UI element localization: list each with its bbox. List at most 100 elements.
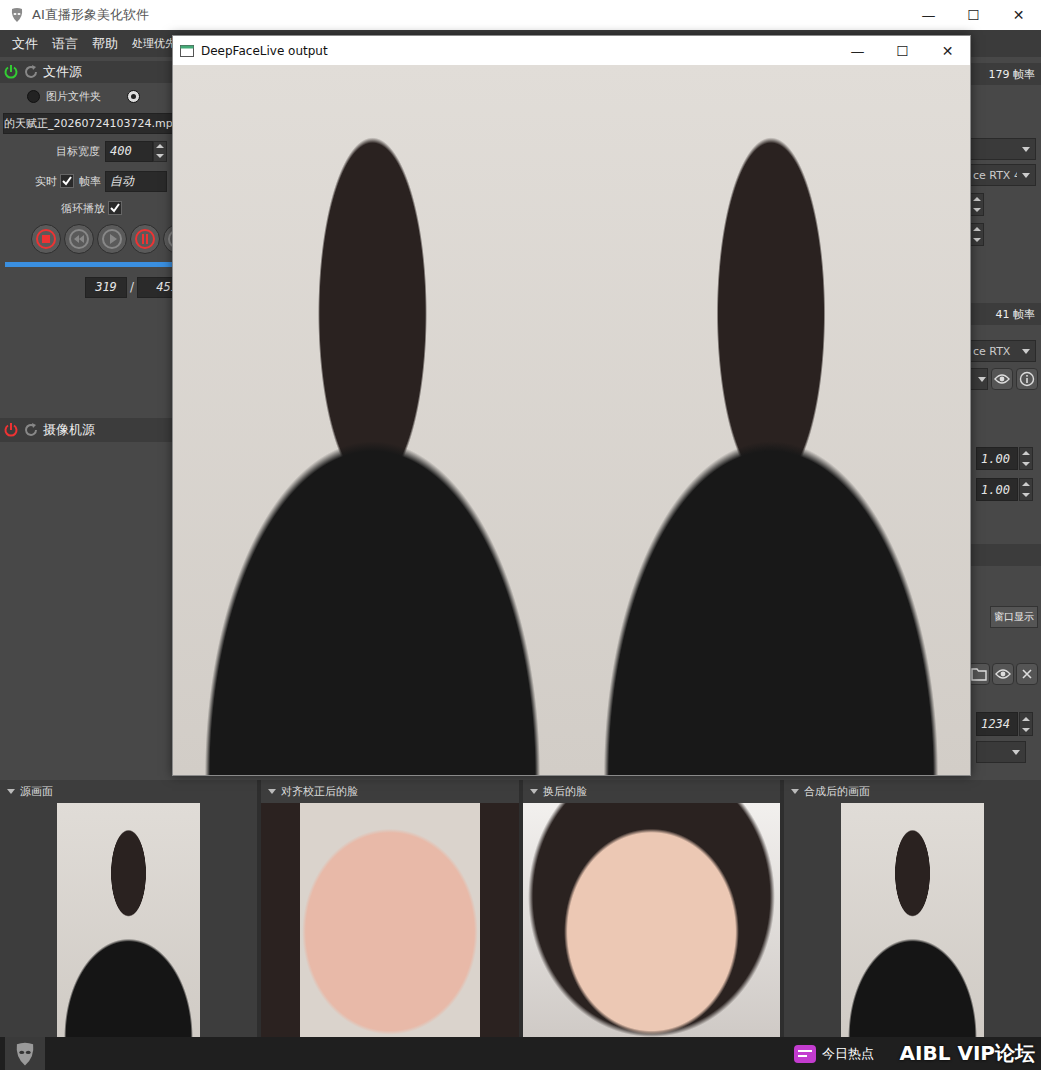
width-field[interactable]: 400 xyxy=(105,141,153,162)
dropdown-arrow-icon xyxy=(1022,173,1030,178)
close-button[interactable]: ✕ xyxy=(925,36,970,65)
stop-button[interactable] xyxy=(31,224,61,254)
frame-separator: / xyxy=(129,280,135,294)
window-display-button[interactable]: 窗口显示 xyxy=(990,606,1038,628)
dropdown[interactable] xyxy=(976,741,1026,763)
settings-panel: 179 帧率 ce RTX 4 41 帧率 ce RTX 1.00 1.00 窗口显示 123… xyxy=(970,57,1041,780)
preview-panel: 合成后的画面 xyxy=(784,780,1041,1037)
model-tools-row xyxy=(970,368,1041,390)
maximize-button[interactable]: ☐ xyxy=(880,36,925,65)
info-icon[interactable] xyxy=(1016,368,1038,390)
preview-body xyxy=(523,803,780,1037)
dropdown-row xyxy=(970,741,1041,763)
collapse-arrow-icon xyxy=(791,789,799,794)
app-mask-icon[interactable] xyxy=(5,1037,45,1070)
preview-image xyxy=(261,803,518,1037)
rewind-button[interactable] xyxy=(64,224,94,254)
fps-label: 179 帧率 xyxy=(989,67,1036,82)
menu-item[interactable]: 文件 xyxy=(12,35,38,53)
panel-title: 文件源 xyxy=(43,63,82,81)
menu-item[interactable]: 处理优先 xyxy=(132,36,176,51)
close-button[interactable]: ✕ xyxy=(996,0,1041,30)
menu-item[interactable]: 语言 xyxy=(52,35,78,53)
field-label: 目标宽度 xyxy=(0,144,105,159)
preview-image xyxy=(523,803,780,1037)
value-row: 1.00 xyxy=(970,478,1041,501)
dropdown[interactable] xyxy=(970,138,1036,160)
taskbar: 今日热点 AIBL VIP论坛 xyxy=(0,1037,1041,1070)
port-field[interactable]: 1234 xyxy=(976,712,1018,736)
spin-buttons[interactable] xyxy=(970,223,984,246)
pause-button[interactable] xyxy=(130,224,160,254)
preview-header[interactable]: 源画面 xyxy=(0,780,257,803)
checkbox[interactable] xyxy=(60,174,74,188)
maximize-button[interactable]: ☐ xyxy=(951,0,996,30)
preview-body xyxy=(784,803,1041,1037)
value-field[interactable]: 1.00 xyxy=(976,478,1018,501)
minimize-button[interactable]: — xyxy=(906,0,951,30)
field-label: 帧率 xyxy=(74,174,105,189)
refresh-icon[interactable] xyxy=(23,422,39,438)
window-controls: —☐✕ xyxy=(906,0,1041,30)
spin-buttons[interactable] xyxy=(970,193,984,216)
output-view xyxy=(173,65,970,775)
spin-buttons[interactable] xyxy=(153,141,167,162)
window-row: 窗口显示 xyxy=(970,606,1041,628)
output-window: DeepFaceLive output —☐✕ xyxy=(172,35,971,776)
window-icon xyxy=(180,45,194,57)
panel-title: 摄像机源 xyxy=(43,421,95,439)
preview-header[interactable]: 合成后的画面 xyxy=(784,780,1041,803)
checkbox-label: 实时 xyxy=(0,174,60,189)
play-button[interactable] xyxy=(97,224,127,254)
preview-image xyxy=(841,803,984,1037)
frame-field[interactable]: 319 xyxy=(85,277,127,298)
output-title-bar: DeepFaceLive output —☐✕ xyxy=(173,36,970,65)
radio-button[interactable] xyxy=(27,90,40,103)
preview-image xyxy=(57,803,200,1037)
power-icon[interactable] xyxy=(3,422,19,438)
checkbox[interactable] xyxy=(108,201,122,215)
eye-icon[interactable] xyxy=(992,663,1014,685)
panel-header: 41 帧率 xyxy=(970,303,1041,325)
radio-label: 图片文件夹 xyxy=(46,89,101,104)
fps-field[interactable]: 自动 xyxy=(105,171,167,192)
preview-body xyxy=(261,803,518,1037)
collapse-arrow-icon xyxy=(268,789,276,794)
dropdown[interactable] xyxy=(970,368,988,390)
title-bar: AI直播形象美化软件—☐✕ xyxy=(0,0,1041,30)
preview-header[interactable]: 换后的脸 xyxy=(523,780,780,803)
dropdown-arrow-icon xyxy=(1012,750,1020,755)
preview-panel: 对齐校正后的脸 xyxy=(261,780,518,1037)
value-field[interactable]: 1.00 xyxy=(976,447,1018,470)
spin-buttons[interactable] xyxy=(1019,447,1033,470)
radio-button[interactable] xyxy=(127,90,140,103)
app-icon xyxy=(9,7,25,23)
power-icon[interactable] xyxy=(3,64,19,80)
news-widget[interactable]: 今日热点 xyxy=(794,1045,874,1063)
refresh-icon[interactable] xyxy=(23,64,39,80)
minimize-button[interactable]: — xyxy=(835,36,880,65)
output-tools-row xyxy=(970,663,1041,687)
folder-icon[interactable] xyxy=(970,663,990,685)
dropdown[interactable]: ce RTX 4 xyxy=(970,164,1036,186)
fps-label: 41 帧率 xyxy=(996,307,1036,322)
preview-title: 换后的脸 xyxy=(543,784,587,799)
preview-header[interactable]: 对齐校正后的脸 xyxy=(261,780,518,803)
menu-item[interactable]: 帮助 xyxy=(92,35,118,53)
close-icon[interactable] xyxy=(1016,663,1038,685)
spin-buttons[interactable] xyxy=(1019,478,1033,501)
eye-icon[interactable] xyxy=(991,368,1013,390)
dropdown-arrow-icon xyxy=(978,377,986,382)
dropdown[interactable]: ce RTX xyxy=(970,340,1036,362)
news-icon xyxy=(794,1045,816,1063)
collapse-arrow-icon xyxy=(7,789,15,794)
preview-body xyxy=(0,803,257,1037)
collapse-arrow-icon xyxy=(530,789,538,794)
swapped-frame xyxy=(572,65,971,775)
spin-buttons[interactable] xyxy=(1019,712,1033,736)
watermark: AIBL VIP论坛 xyxy=(900,1040,1035,1067)
preview-panel: 源画面 xyxy=(0,780,257,1037)
panel-header: 179 帧率 xyxy=(970,63,1041,85)
spin-row xyxy=(970,223,1041,246)
output-title: DeepFaceLive output xyxy=(201,44,328,58)
